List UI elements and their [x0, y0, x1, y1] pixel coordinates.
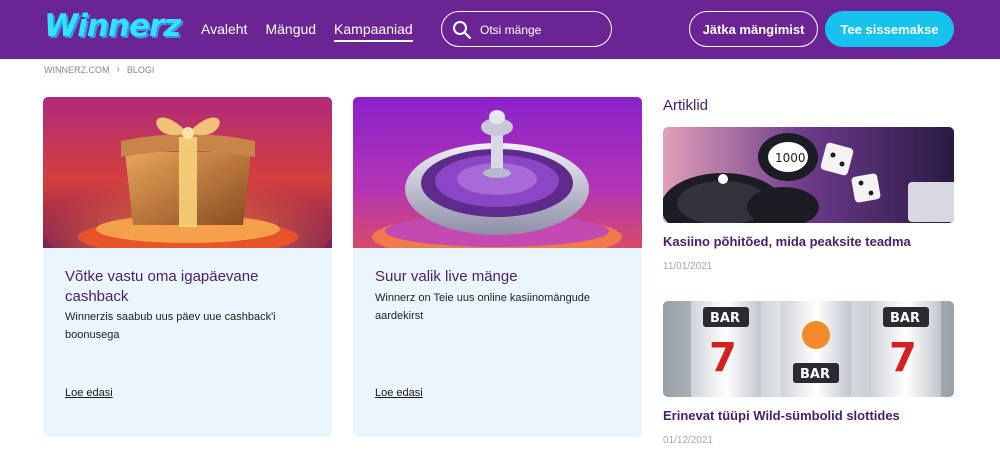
svg-text:BAR: BAR — [800, 367, 830, 382]
read-more-link[interactable]: Loe edasi — [65, 387, 113, 399]
search-box[interactable] — [441, 11, 612, 47]
search-input[interactable] — [480, 20, 605, 40]
nav-item-avaleht[interactable]: Avaleht — [201, 21, 247, 42]
breadcrumb-separator: › — [116, 64, 120, 75]
article-date: 11/01/2021 — [663, 261, 713, 272]
logo-text: Winnerz — [44, 8, 181, 44]
svg-text:7: 7 — [889, 335, 917, 381]
svg-text:BAR: BAR — [890, 311, 920, 326]
casino-chips-dice-image[interactable]: 1000 — [663, 127, 954, 223]
promo-card-cashback[interactable]: Võtke vastu oma igapäevane cashback Winn… — [43, 97, 332, 437]
article-title[interactable]: Erinevat tüüpi Wild-sümbolid slottides — [663, 408, 954, 423]
search-icon — [453, 21, 472, 40]
nav-item-kampaaniad[interactable]: Kampaaniad — [334, 21, 413, 42]
nav-item-mangud[interactable]: Mängud — [265, 21, 316, 42]
article-date: 01/12/2021 — [663, 435, 714, 446]
svg-text:1000: 1000 — [775, 151, 806, 165]
card-description: Winnerzis saabub uus päev uue cashback'i… — [65, 311, 276, 341]
articles-heading: Artiklid — [663, 97, 709, 114]
promo-card-live-games[interactable]: Suur valik live mänge Winnerz on Teie uu… — [353, 97, 642, 437]
read-more-link[interactable]: Loe edasi — [375, 387, 423, 399]
gift-box-image — [43, 97, 332, 248]
card-title[interactable]: Suur valik live mänge — [375, 267, 625, 287]
card-description: Winnerz on Teie uus online kasiinomängud… — [375, 292, 591, 322]
card-title[interactable]: Võtke vastu oma igapäevane cashback — [65, 267, 315, 307]
roulette-wheel-image — [353, 97, 642, 248]
breadcrumb-home[interactable]: WINNERZ.COM — [44, 65, 110, 75]
deposit-button[interactable]: Tee sissemakse — [825, 11, 954, 47]
slot-reels-image[interactable]: BAR 7 BAR BAR 7 — [663, 301, 954, 397]
breadcrumb: WINNERZ.COM › BLOGI — [44, 64, 154, 75]
continue-playing-button[interactable]: Jätka mängimist — [689, 11, 818, 47]
article-title[interactable]: Kasiino põhitõed, mida peaksite teadma — [663, 234, 954, 249]
svg-text:7: 7 — [709, 335, 737, 381]
site-header: Winnerz Avaleht Mängud Kampaaniad Jätka … — [0, 0, 1000, 59]
svg-text:BAR: BAR — [710, 311, 740, 326]
winnerz-logo[interactable]: Winnerz — [44, 8, 181, 50]
breadcrumb-blog[interactable]: BLOGI — [127, 65, 155, 75]
main-nav: Avaleht Mängud Kampaaniad — [201, 21, 413, 42]
